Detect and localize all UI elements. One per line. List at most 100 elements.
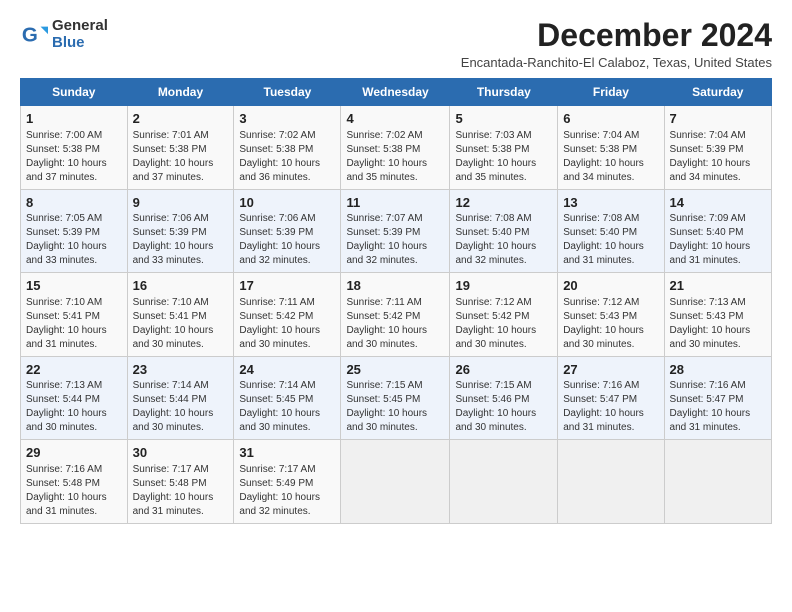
calendar-cell: 11Sunrise: 7:07 AM Sunset: 5:39 PM Dayli… [341, 189, 450, 273]
calendar-cell: 24Sunrise: 7:14 AM Sunset: 5:45 PM Dayli… [234, 356, 341, 440]
day-number: 26 [455, 361, 552, 379]
day-number: 25 [346, 361, 444, 379]
day-info: Sunrise: 7:07 AM Sunset: 5:39 PM Dayligh… [346, 212, 444, 268]
day-info: Sunrise: 7:08 AM Sunset: 5:40 PM Dayligh… [455, 212, 552, 268]
day-number: 28 [670, 361, 766, 379]
calendar-cell: 12Sunrise: 7:08 AM Sunset: 5:40 PM Dayli… [450, 189, 558, 273]
day-number: 24 [239, 361, 335, 379]
calendar-cell [558, 440, 664, 524]
calendar-week-1: 1Sunrise: 7:00 AM Sunset: 5:38 PM Daylig… [21, 106, 772, 190]
day-number: 23 [133, 361, 229, 379]
logo-blue: Blue [52, 35, 108, 52]
calendar-cell: 23Sunrise: 7:14 AM Sunset: 5:44 PM Dayli… [127, 356, 234, 440]
day-info: Sunrise: 7:10 AM Sunset: 5:41 PM Dayligh… [133, 296, 229, 352]
calendar-week-2: 8Sunrise: 7:05 AM Sunset: 5:39 PM Daylig… [21, 189, 772, 273]
day-number: 7 [670, 110, 766, 128]
day-number: 19 [455, 277, 552, 295]
day-number: 22 [26, 361, 122, 379]
day-number: 4 [346, 110, 444, 128]
svg-text:G: G [22, 23, 38, 46]
calendar-cell: 3Sunrise: 7:02 AM Sunset: 5:38 PM Daylig… [234, 106, 341, 190]
logo-general: General [52, 18, 108, 35]
calendar-cell [664, 440, 771, 524]
day-info: Sunrise: 7:16 AM Sunset: 5:47 PM Dayligh… [670, 379, 766, 435]
day-number: 17 [239, 277, 335, 295]
logo: G General Blue [20, 18, 108, 51]
header-monday: Monday [127, 79, 234, 106]
day-info: Sunrise: 7:14 AM Sunset: 5:45 PM Dayligh… [239, 379, 335, 435]
header-tuesday: Tuesday [234, 79, 341, 106]
calendar-cell: 9Sunrise: 7:06 AM Sunset: 5:39 PM Daylig… [127, 189, 234, 273]
day-info: Sunrise: 7:12 AM Sunset: 5:43 PM Dayligh… [563, 296, 658, 352]
day-info: Sunrise: 7:02 AM Sunset: 5:38 PM Dayligh… [346, 129, 444, 185]
calendar-body: 1Sunrise: 7:00 AM Sunset: 5:38 PM Daylig… [21, 106, 772, 524]
calendar-cell: 19Sunrise: 7:12 AM Sunset: 5:42 PM Dayli… [450, 273, 558, 357]
calendar-cell: 6Sunrise: 7:04 AM Sunset: 5:38 PM Daylig… [558, 106, 664, 190]
header-row: SundayMondayTuesdayWednesdayThursdayFrid… [21, 79, 772, 106]
day-number: 8 [26, 194, 122, 212]
calendar-cell [450, 440, 558, 524]
calendar-cell: 15Sunrise: 7:10 AM Sunset: 5:41 PM Dayli… [21, 273, 128, 357]
day-info: Sunrise: 7:05 AM Sunset: 5:39 PM Dayligh… [26, 212, 122, 268]
calendar-cell: 29Sunrise: 7:16 AM Sunset: 5:48 PM Dayli… [21, 440, 128, 524]
calendar-week-4: 22Sunrise: 7:13 AM Sunset: 5:44 PM Dayli… [21, 356, 772, 440]
month-title: December 2024 [461, 18, 772, 53]
day-number: 9 [133, 194, 229, 212]
day-number: 16 [133, 277, 229, 295]
calendar-cell: 21Sunrise: 7:13 AM Sunset: 5:43 PM Dayli… [664, 273, 771, 357]
day-info: Sunrise: 7:06 AM Sunset: 5:39 PM Dayligh… [133, 212, 229, 268]
day-number: 31 [239, 444, 335, 462]
day-number: 13 [563, 194, 658, 212]
calendar-cell: 14Sunrise: 7:09 AM Sunset: 5:40 PM Dayli… [664, 189, 771, 273]
calendar-table: SundayMondayTuesdayWednesdayThursdayFrid… [20, 78, 772, 524]
calendar-cell: 4Sunrise: 7:02 AM Sunset: 5:38 PM Daylig… [341, 106, 450, 190]
header-sunday: Sunday [21, 79, 128, 106]
day-number: 12 [455, 194, 552, 212]
header: G General Blue December 2024 Encantada-R… [20, 18, 772, 70]
day-info: Sunrise: 7:12 AM Sunset: 5:42 PM Dayligh… [455, 296, 552, 352]
calendar-cell: 20Sunrise: 7:12 AM Sunset: 5:43 PM Dayli… [558, 273, 664, 357]
day-number: 29 [26, 444, 122, 462]
calendar-cell: 22Sunrise: 7:13 AM Sunset: 5:44 PM Dayli… [21, 356, 128, 440]
calendar-cell: 17Sunrise: 7:11 AM Sunset: 5:42 PM Dayli… [234, 273, 341, 357]
day-info: Sunrise: 7:17 AM Sunset: 5:49 PM Dayligh… [239, 463, 335, 519]
calendar-cell: 28Sunrise: 7:16 AM Sunset: 5:47 PM Dayli… [664, 356, 771, 440]
day-number: 27 [563, 361, 658, 379]
day-info: Sunrise: 7:11 AM Sunset: 5:42 PM Dayligh… [239, 296, 335, 352]
title-block: December 2024 Encantada-Ranchito-El Cala… [461, 18, 772, 70]
day-number: 20 [563, 277, 658, 295]
calendar-page: G General Blue December 2024 Encantada-R… [0, 0, 792, 536]
day-number: 18 [346, 277, 444, 295]
day-info: Sunrise: 7:16 AM Sunset: 5:47 PM Dayligh… [563, 379, 658, 435]
day-info: Sunrise: 7:08 AM Sunset: 5:40 PM Dayligh… [563, 212, 658, 268]
calendar-cell: 10Sunrise: 7:06 AM Sunset: 5:39 PM Dayli… [234, 189, 341, 273]
calendar-week-3: 15 Sunrise: 7:10 AM Sunset: 5:41 PM Dayli… [21, 273, 772, 357]
day-info: Sunrise: 7:13 AM Sunset: 5:44 PM Dayligh… [26, 379, 122, 435]
location-subtitle: Encantada-Ranchito-El Calaboz, Texas, Un… [461, 55, 772, 70]
day-info: Sunrise: 7:00 AM Sunset: 5:38 PM Dayligh… [26, 129, 122, 185]
day-number: 15 [26, 277, 122, 295]
header-saturday: Saturday [664, 79, 771, 106]
calendar-cell: 7Sunrise: 7:04 AM Sunset: 5:39 PM Daylig… [664, 106, 771, 190]
day-info: Sunrise: 7:13 AM Sunset: 5:43 PM Dayligh… [670, 296, 766, 352]
day-number: 2 [133, 110, 229, 128]
day-number: 11 [346, 194, 444, 212]
day-number: 14 [670, 194, 766, 212]
day-info: Sunrise: 7:17 AM Sunset: 5:48 PM Dayligh… [133, 463, 229, 519]
day-info: Sunrise: 7:04 AM Sunset: 5:38 PM Dayligh… [563, 129, 658, 185]
calendar-cell: 18Sunrise: 7:11 AM Sunset: 5:42 PM Dayli… [341, 273, 450, 357]
day-info: Sunrise: 7:15 AM Sunset: 5:45 PM Dayligh… [346, 379, 444, 435]
calendar-cell [341, 440, 450, 524]
day-info: Sunrise: 7:06 AM Sunset: 5:39 PM Dayligh… [239, 212, 335, 268]
calendar-cell: 16Sunrise: 7:10 AM Sunset: 5:41 PM Dayli… [127, 273, 234, 357]
calendar-week-5: 29Sunrise: 7:16 AM Sunset: 5:48 PM Dayli… [21, 440, 772, 524]
day-number: 3 [239, 110, 335, 128]
logo-text: General Blue [52, 18, 108, 51]
header-wednesday: Wednesday [341, 79, 450, 106]
day-number: 6 [563, 110, 658, 128]
day-info: Sunrise: 7:02 AM Sunset: 5:38 PM Dayligh… [239, 129, 335, 185]
day-info: Sunrise: 7:16 AM Sunset: 5:48 PM Dayligh… [26, 463, 122, 519]
day-info: Sunrise: 7:11 AM Sunset: 5:42 PM Dayligh… [346, 296, 444, 352]
calendar-cell: 26Sunrise: 7:15 AM Sunset: 5:46 PM Dayli… [450, 356, 558, 440]
calendar-cell: 5Sunrise: 7:03 AM Sunset: 5:38 PM Daylig… [450, 106, 558, 190]
